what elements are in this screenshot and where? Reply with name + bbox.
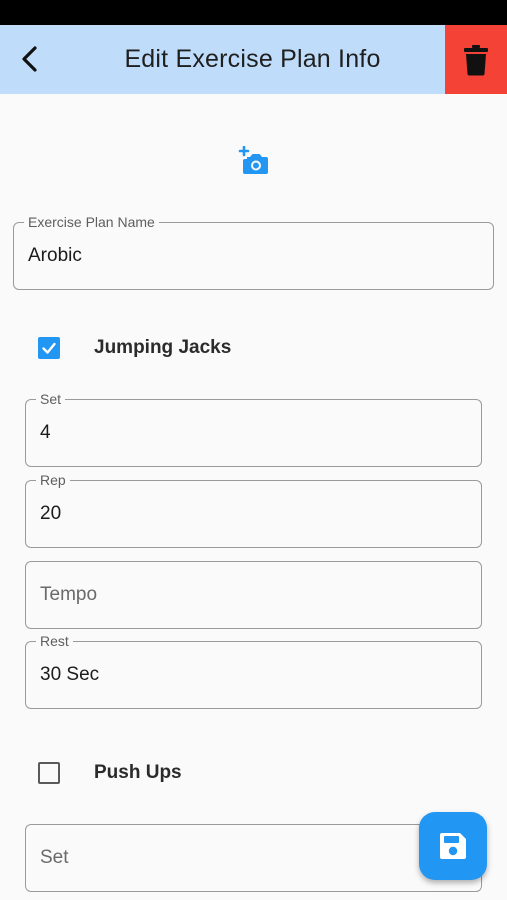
add-a-photo-icon	[238, 146, 268, 174]
rest-value: 30 Sec	[40, 664, 100, 685]
exercise-item-push-ups[interactable]: Push Ups	[38, 762, 182, 784]
jumping-jacks-set-field[interactable]: Set 4	[25, 391, 482, 467]
push-ups-checkbox[interactable]	[38, 762, 60, 784]
rep-value: 20	[40, 503, 62, 524]
set-value: 4	[40, 422, 51, 443]
jumping-jacks-rest-field[interactable]: Rest 30 Sec	[25, 633, 482, 709]
save-icon	[440, 833, 466, 859]
delete-button[interactable]	[445, 25, 507, 94]
jumping-jacks-rep-field[interactable]: Rep 20	[25, 472, 482, 548]
status-bar	[0, 0, 507, 25]
exercise-plan-name-value: Arobic	[28, 245, 82, 266]
push-ups-label: Push Ups	[94, 762, 182, 783]
exercise-item-jumping-jacks[interactable]: Jumping Jacks	[38, 337, 231, 359]
jumping-jacks-checkbox[interactable]	[38, 337, 60, 359]
page-title: Edit Exercise Plan Info	[124, 45, 381, 73]
arrow-back-ios-icon	[22, 46, 37, 72]
app-bar: Edit Exercise Plan Info	[0, 25, 507, 94]
add-photo-button[interactable]	[236, 144, 272, 178]
exercise-plan-name-field[interactable]: Exercise Plan Name Arobic	[13, 214, 494, 290]
save-button[interactable]	[419, 812, 487, 880]
back-button[interactable]	[6, 35, 54, 83]
set-placeholder: Set	[40, 847, 69, 868]
jumping-jacks-tempo-field[interactable]: Tempo	[25, 561, 482, 629]
checkmark-icon	[42, 342, 56, 354]
tempo-placeholder: Tempo	[40, 584, 98, 605]
push-ups-set-field[interactable]: Set	[25, 824, 482, 892]
jumping-jacks-label: Jumping Jacks	[94, 337, 232, 358]
trash-icon	[464, 44, 488, 75]
